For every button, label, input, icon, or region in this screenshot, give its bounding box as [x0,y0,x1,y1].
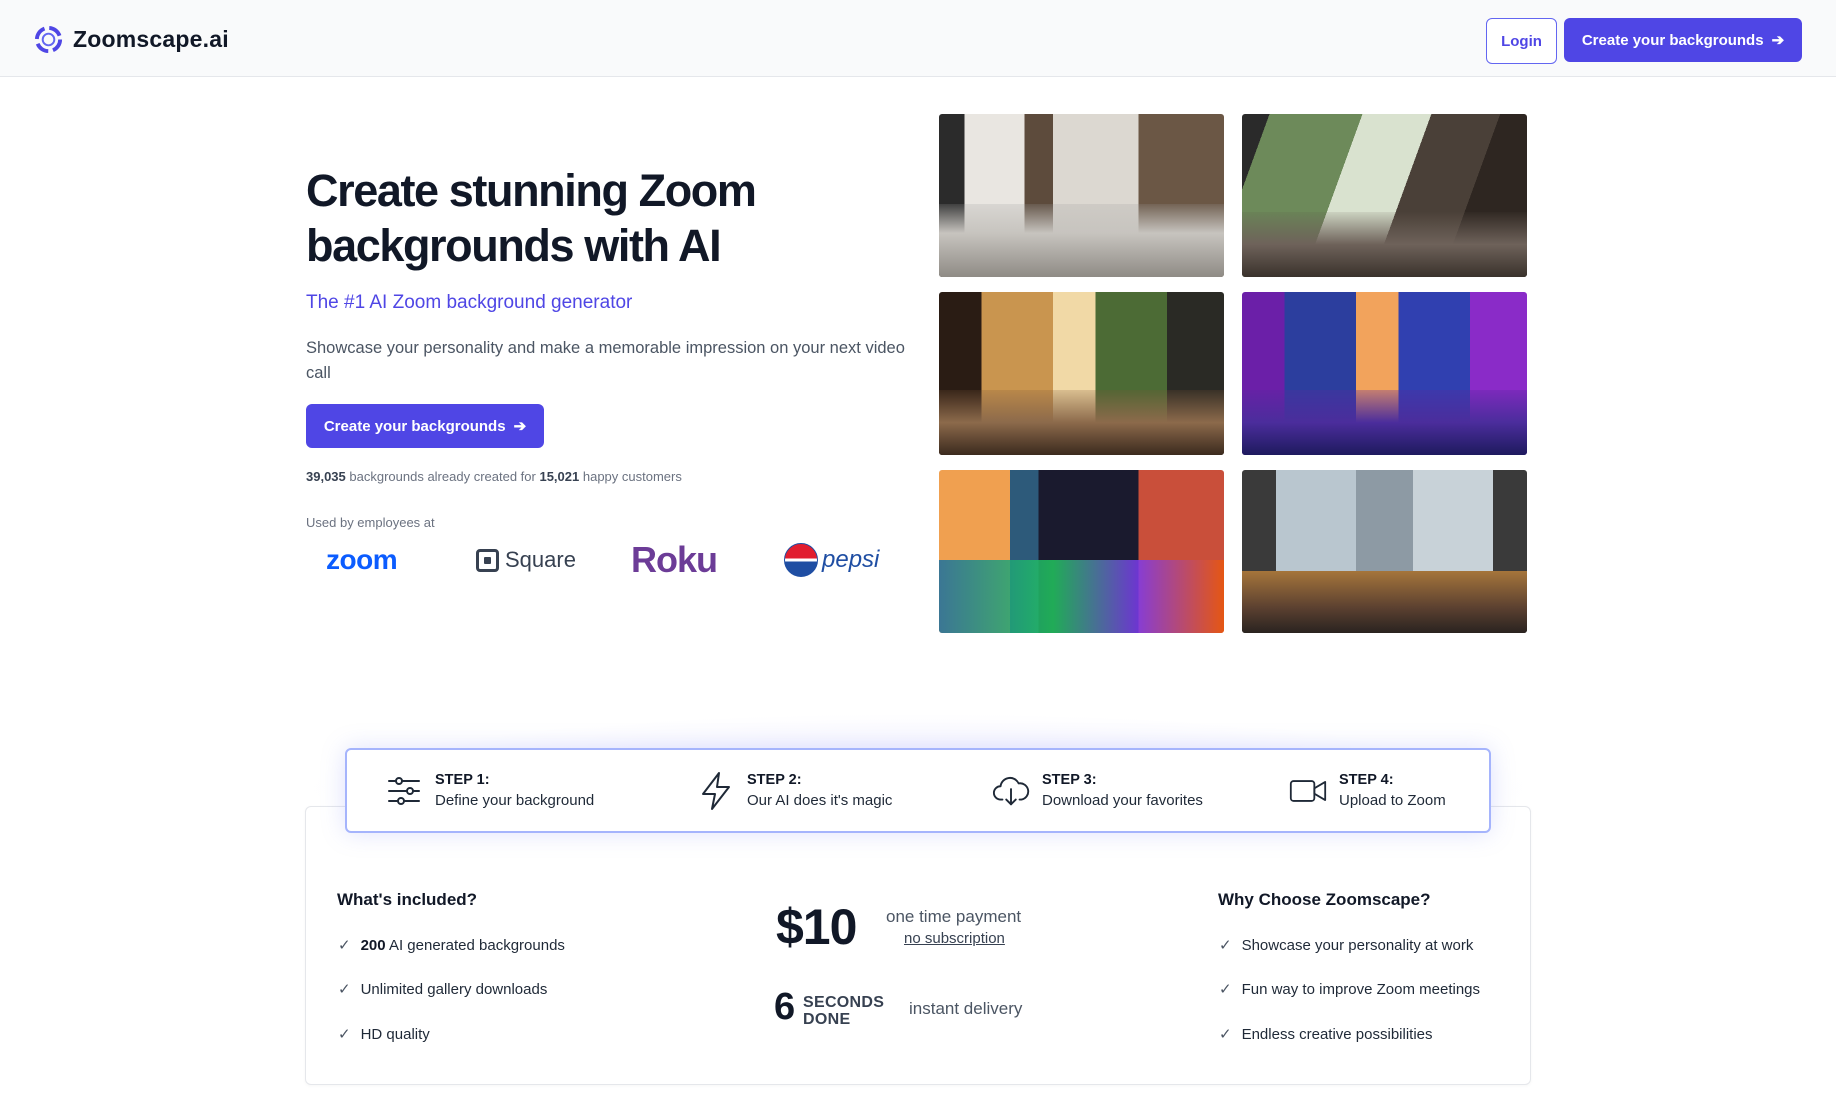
backgrounds-count: 39,035 [306,469,346,484]
check-icon: ✓ [1219,1026,1232,1043]
included-item-text: Unlimited gallery downloads [360,980,548,998]
step-3: STEP 3: Download your favorites [992,750,1203,831]
price: $10 [776,899,857,955]
roku-logo: Roku [631,539,718,580]
hero-description: Showcase your personality and make a mem… [306,339,905,382]
why-item-text: Endless creative possibilities [1241,1025,1433,1043]
arrow-right-icon: ➔ [513,418,527,435]
create-backgrounds-button-header[interactable]: Create your backgrounds ➔ [1564,18,1802,62]
step-description: Define your background [435,792,595,809]
cloud-download-icon [992,772,1030,810]
customer-logos: zoom Square Roku pepsi [306,535,886,585]
brand-logo-icon [34,25,63,54]
step-2: STEP 2: Our AI does it's magic [697,750,892,831]
top-navbar: Zoomscape.ai Login Create your backgroun… [0,0,1836,77]
pepsi-globe-icon [784,543,818,577]
square-logo-text: Square [505,547,576,572]
customers-text: happy customers [582,469,682,484]
create-backgrounds-label: Create your backgrounds [1581,31,1764,49]
tropical-lounge-image [939,292,1224,455]
usage-stats: 39,035 backgrounds already created for 1… [306,469,682,484]
included-item: ✓ HD quality [338,1025,430,1044]
login-button[interactable]: Login [1486,18,1557,64]
included-item: ✓ Unlimited gallery downloads [338,980,548,999]
modern-living-room-image [939,114,1224,277]
check-icon: ✓ [1219,981,1232,998]
check-icon: ✓ [338,1026,351,1043]
steps-bar: STEP 1: Define your background STEP 2: O… [345,748,1491,833]
step-description: Download your favorites [1042,792,1203,809]
why-item-text: Showcase your personality at work [1241,936,1474,954]
brand-name: Zoomscape.ai [73,26,229,52]
included-item-text: AI generated backgrounds [388,936,565,954]
price-label: one time payment [886,907,1022,926]
delivery-seconds: 6 [774,986,796,1028]
create-backgrounds-button-hero[interactable]: Create your backgrounds ➔ [306,404,544,448]
square-mark-icon [476,548,499,572]
lightning-icon [697,771,735,810]
step-number: STEP 2: [747,772,802,788]
included-item-text: HD quality [360,1025,430,1043]
check-icon: ✓ [338,981,351,998]
why-item: ✓ Fun way to improve Zoom meetings [1219,980,1481,999]
delivery-label: instant delivery [909,999,1023,1018]
why-item-text: Fun way to improve Zoom meetings [1241,980,1481,998]
mountain-view-living-room-image [1242,470,1527,633]
neon-city-bedroom-image [1242,292,1527,455]
no-subscription-link[interactable]: no subscription [904,930,1005,947]
step-number: STEP 4: [1339,772,1394,788]
why-item: ✓ Endless creative possibilities [1219,1025,1433,1044]
step-number: STEP 1: [435,772,490,788]
arrow-right-icon: ➔ [1771,32,1785,49]
brand[interactable]: Zoomscape.ai [33,24,229,55]
step-description: Upload to Zoom [1339,792,1446,809]
step-4: STEP 4: Upload to Zoom [1289,750,1446,831]
delivery-unit-seconds: SECONDS [803,994,885,1011]
forest-view-loft-image [1242,114,1527,277]
neon-sunset-bedroom-image [939,470,1224,633]
step-1: STEP 1: Define your background [385,750,594,831]
pepsi-logo-text: pepsi [822,546,880,573]
hero-title: Create stunning Zoom backgrounds with AI [306,165,757,271]
video-camera-icon [1289,772,1327,810]
used-by-label: Used by employees at [306,515,435,530]
sliders-icon [385,772,423,810]
create-backgrounds-label: Create your backgrounds [323,417,506,435]
delivery-unit: SECONDS DONE [803,994,884,1028]
why-choose-title: Why Choose Zoomscape? [1218,890,1431,909]
check-icon: ✓ [1219,937,1232,954]
customers-count: 15,021 [539,469,580,484]
zoom-logo: zoom [326,544,398,575]
included-item: ✓ 200 AI generated backgrounds [338,936,565,955]
step-description: Our AI does it's magic [747,792,893,809]
whats-included-title: What's included? [337,890,478,909]
step-number: STEP 3: [1042,772,1097,788]
backgrounds-text: backgrounds already created for [349,469,536,484]
hero-subtitle: The #1 AI Zoom background generator [306,292,633,313]
check-icon: ✓ [338,937,351,954]
included-item-count: 200 [360,936,386,954]
background-gallery [939,114,1529,634]
why-item: ✓ Showcase your personality at work [1219,936,1474,955]
pepsi-logo: pepsi [784,535,879,585]
delivery-unit-done: DONE [803,1011,851,1028]
square-logo: Square [476,535,576,585]
